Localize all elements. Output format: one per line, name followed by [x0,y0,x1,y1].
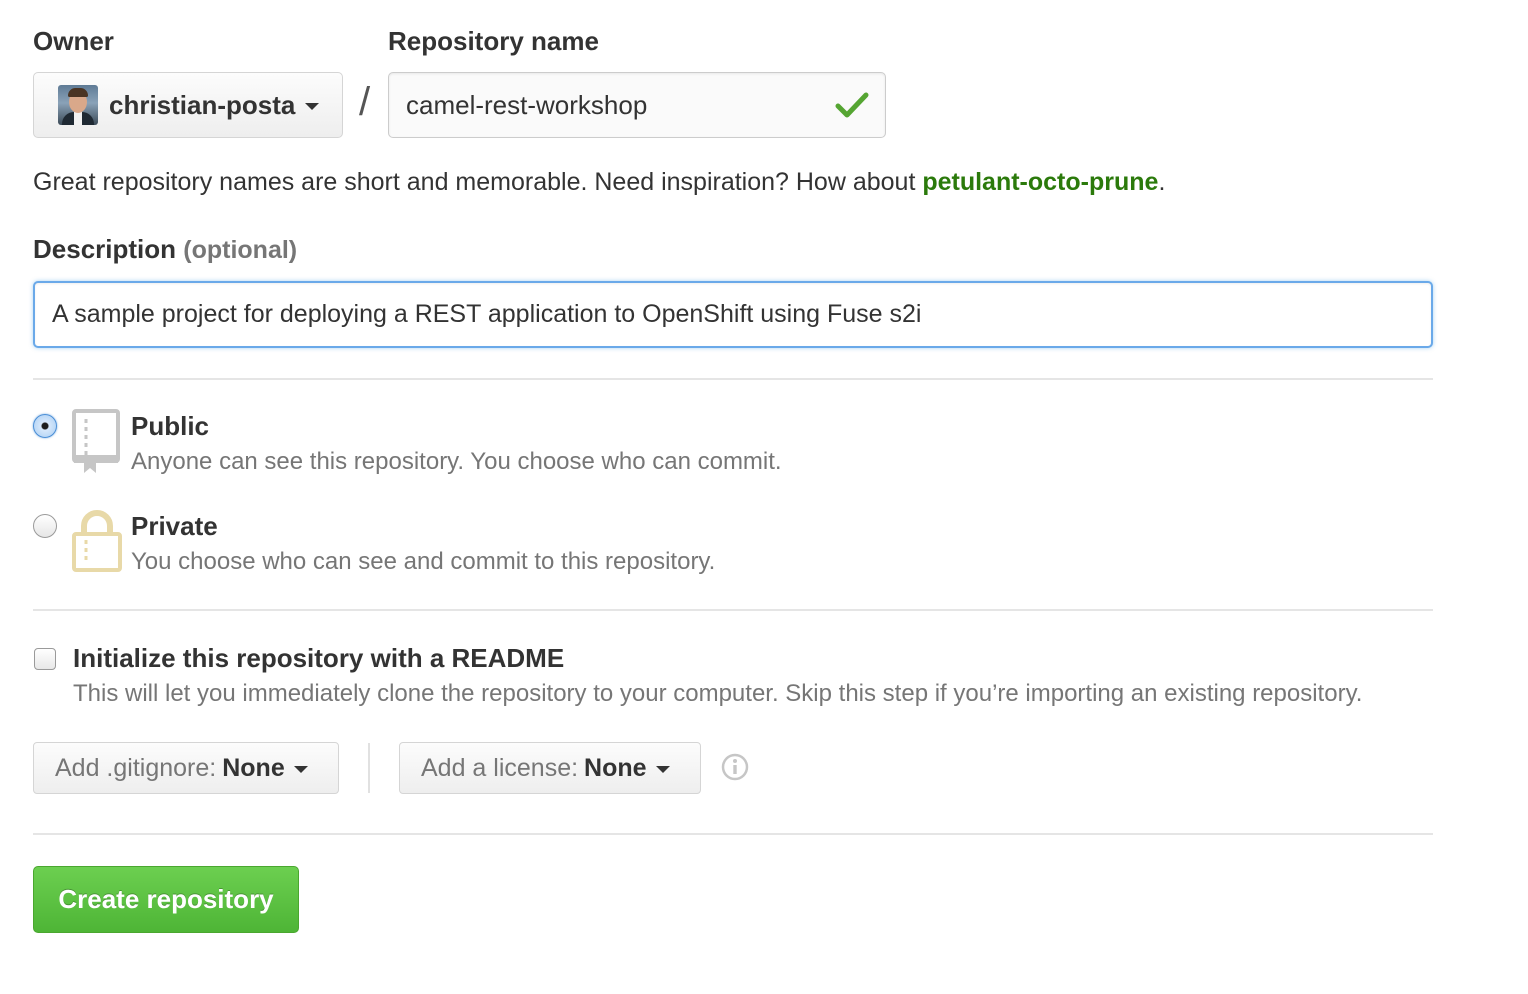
owner-label: Owner [33,26,114,56]
avatar [58,85,98,125]
license-select-button[interactable]: Add a license: None [399,742,701,794]
chevron-down-icon [305,103,320,110]
license-value: None [584,753,647,782]
description-input[interactable]: A sample project for deploying a REST ap… [33,281,1433,348]
create-repository-button[interactable]: Create repository [33,866,299,933]
hint-text: Great repository names are short and mem… [33,168,923,196]
separator [368,743,370,793]
gitignore-value: None [222,753,285,782]
info-icon[interactable] [721,753,749,781]
optional-tag: (optional) [183,236,298,264]
repo-name-label: Repository name [388,26,599,56]
private-radio[interactable] [33,514,57,538]
description-label: Description (optional) [33,234,297,265]
lock-icon [72,510,122,572]
gitignore-select-button[interactable]: Add .gitignore: None [33,742,339,794]
owner-repo-separator: / [359,80,371,124]
chevron-down-icon [293,766,308,773]
chevron-down-icon [655,766,670,773]
repo-book-icon [72,409,120,473]
repo-name-hint: Great repository names are short and mem… [33,168,1165,197]
check-icon [835,92,869,118]
name-suggestion-link[interactable]: petulant-octo-prune [922,168,1158,196]
divider [33,609,1433,611]
private-title: Private [131,511,218,541]
public-description: Anyone can see this repository. You choo… [131,448,782,475]
repo-name-value: camel-rest-workshop [406,89,648,120]
gitignore-label: Add .gitignore: [55,753,217,782]
owner-select-button[interactable]: christian-posta [33,72,343,138]
license-label: Add a license: [421,753,579,782]
new-repository-form: Owner christian-posta / Repository name … [0,0,1528,994]
owner-name: christian-posta [109,89,296,120]
readme-description: This will let you immediately clone the … [73,680,1363,707]
public-radio[interactable] [33,414,57,438]
divider [33,833,1433,835]
public-title: Public [131,411,210,441]
hint-suffix: . [1158,168,1166,196]
divider [33,378,1433,380]
description-value: A sample project for deploying a REST ap… [52,300,922,328]
readme-title: Initialize this repository with a README [73,643,565,673]
description-label-text: Description [33,234,177,264]
private-description: You choose who can see and commit to thi… [131,548,716,575]
repo-name-input[interactable]: camel-rest-workshop [388,72,886,138]
readme-checkbox[interactable] [34,648,56,670]
